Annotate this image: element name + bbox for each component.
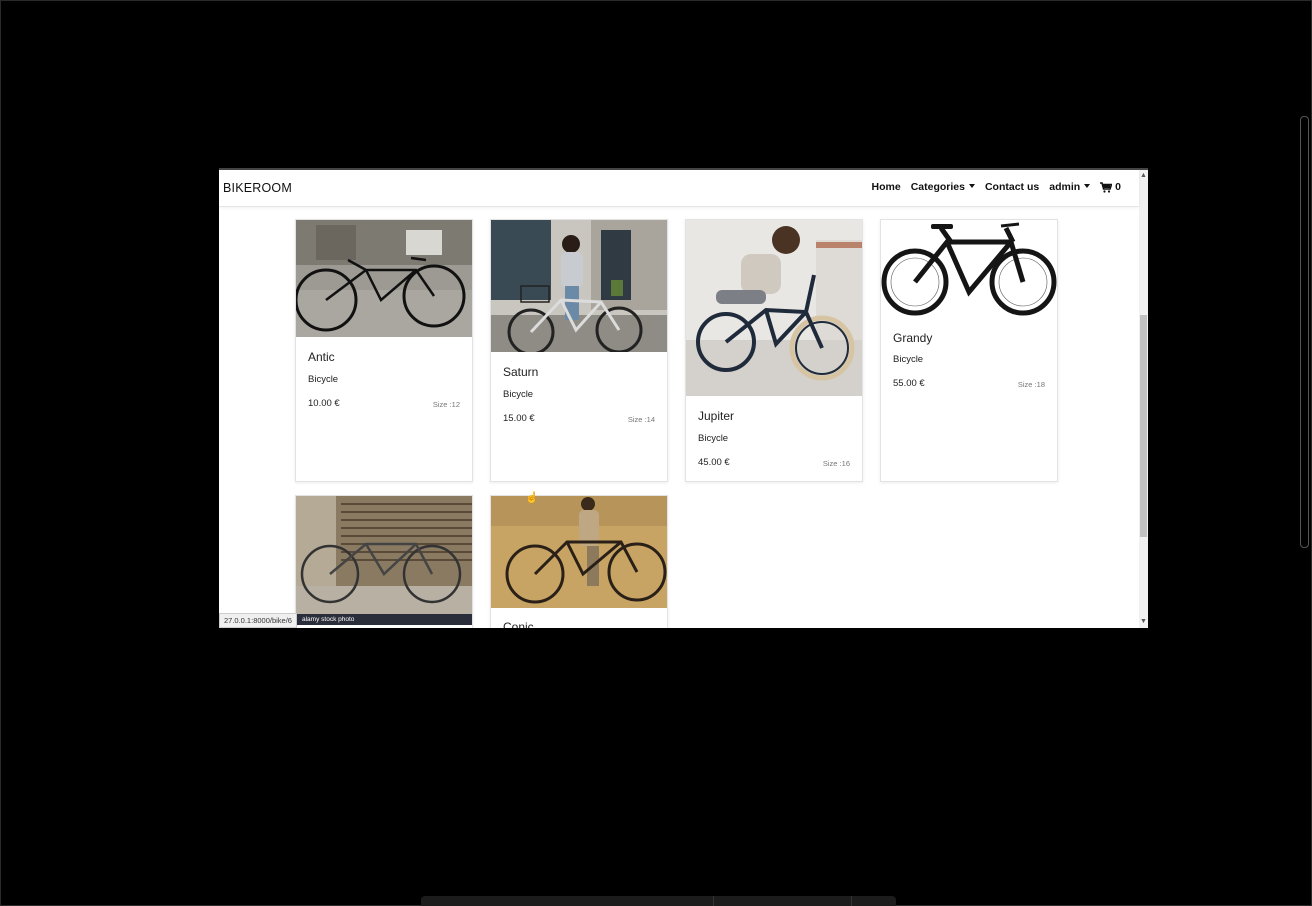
product-image-antic [296,220,472,337]
cart-count: 0 [1115,181,1121,193]
product-price: 45.00 € [698,457,730,468]
status-bar-url: 27.0.0.1:8000/bike/6 [219,613,297,628]
product-size: Size :16 [822,459,850,468]
nav-contact[interactable]: Contact us [985,181,1039,193]
watermark-text: alamy stock photo [302,616,355,623]
cart-icon [1100,181,1113,193]
watermark-bar: alamy stock photo [296,614,472,625]
product-card-saturn[interactable]: Saturn Bicycle 15.00 € Size :14 [490,219,668,482]
product-image-grandy [881,220,1057,318]
navbar: BIKEROOM Home Categories Contact us admi… [219,170,1139,207]
outer-scrollbar[interactable] [1300,116,1309,548]
product-price: 55.00 € [893,378,925,389]
taskbar-divider [713,896,714,906]
product-category: Bicycle [698,433,729,444]
nav-links: Home Categories Contact us admin 0 [872,181,1122,193]
product-image-conic [491,496,667,608]
product-name: Grandy [893,331,933,345]
scroll-up-icon[interactable]: ▲ [1140,172,1147,179]
product-size: Size :12 [432,400,460,409]
product-image-jupiter [686,220,862,396]
hand-pointer-icon: ☝ [525,492,539,504]
product-category: Bicycle [893,354,924,365]
product-card-jupiter[interactable]: Jupiter Bicycle 45.00 € Size :16 [685,219,863,482]
product-grid: Antic Bicycle 10.00 € Size :12 Saturn Bi… [219,207,1139,628]
product-size: Size :18 [1017,380,1045,389]
product-image-saturn [491,220,667,352]
product-category: Bicycle [503,389,534,400]
product-image [296,496,472,614]
product-card-antic[interactable]: Antic Bicycle 10.00 € Size :12 [295,219,473,482]
nav-home[interactable]: Home [872,181,901,193]
scroll-down-icon[interactable]: ▼ [1140,618,1147,625]
product-card[interactable]: alamy stock photo [295,495,473,628]
cart-button[interactable]: 0 [1100,181,1121,193]
brand-logo[interactable]: BIKEROOM [223,181,292,195]
product-name: Saturn [503,365,539,379]
nav-user-dropdown[interactable]: admin [1049,181,1090,193]
product-category: Bicycle [308,374,339,385]
browser-window: BIKEROOM Home Categories Contact us admi… [219,168,1148,628]
product-name: Conic [503,620,534,628]
taskbar-divider [851,896,852,906]
product-price: 15.00 € [503,413,535,424]
taskbar[interactable] [421,896,896,906]
product-card-conic[interactable]: Conic [490,495,668,628]
scroll-thumb[interactable] [1140,315,1147,537]
nav-categories-dropdown[interactable]: Categories [911,181,975,193]
product-card-grandy[interactable]: Grandy Bicycle 55.00 € Size :18 [880,219,1058,482]
product-name: Jupiter [698,409,735,423]
product-price: 10.00 € [308,398,340,409]
scrollbar[interactable]: ▲ ▼ [1139,170,1148,628]
product-name: Antic [308,350,335,364]
product-size: Size :14 [627,415,655,424]
